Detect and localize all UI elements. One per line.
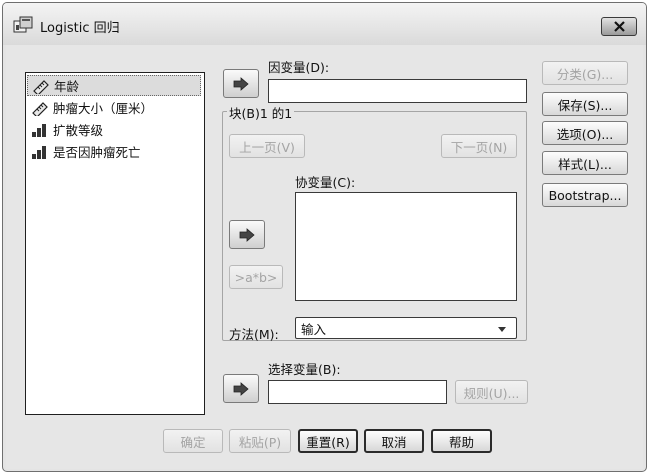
covariates-label: 协变量(C): <box>295 175 356 190</box>
dialog-title: Logistic 回归 <box>40 21 120 36</box>
close-icon <box>613 21 625 32</box>
ordinal-variable-icon <box>32 123 46 137</box>
source-variable-list[interactable]: 年龄 肿瘤大小（厘米） 扩散等级 是否因肿瘤死亡 <box>25 72 205 415</box>
reset-button[interactable]: 重置(R) <box>298 429 358 453</box>
help-button[interactable]: 帮助 <box>431 429 492 453</box>
dialog-body: 年龄 肿瘤大小（厘米） 扩散等级 是否因肿瘤死亡 因变量(D): 块(B)1 的… <box>6 45 643 469</box>
chevron-down-icon <box>498 327 506 332</box>
method-label: 方法(M): <box>229 327 279 342</box>
save-button[interactable]: 保存(S)... <box>542 92 628 116</box>
scale-variable-icon <box>33 79 49 94</box>
ordinal-variable-icon <box>32 145 46 159</box>
selection-variable-field[interactable] <box>268 380 447 404</box>
variable-label: 扩散等级 <box>53 123 104 138</box>
method-value: 输入 <box>301 321 327 337</box>
next-block-button[interactable]: 下一页(N) <box>441 134 517 158</box>
dependent-label: 因变量(D): <box>268 60 330 75</box>
variable-item-spread-grade[interactable]: 扩散等级 <box>27 119 201 140</box>
variable-item-tumor-death[interactable]: 是否因肿瘤死亡 <box>27 141 201 162</box>
method-select[interactable]: 输入 <box>295 317 517 339</box>
block-title: 块(B)1 的1 <box>227 103 295 122</box>
variable-item-tumor-size[interactable]: 肿瘤大小（厘米） <box>27 97 201 118</box>
move-to-selection-button[interactable] <box>223 374 259 403</box>
ok-button[interactable]: 确定 <box>163 429 223 453</box>
options-button[interactable]: 选项(O)... <box>542 121 628 145</box>
rule-button[interactable]: 规则(U)... <box>455 380 528 404</box>
previous-block-button[interactable]: 上一页(V) <box>229 134 305 158</box>
dependent-variable-field[interactable] <box>268 79 527 103</box>
paste-button[interactable]: 粘贴(P) <box>229 429 291 453</box>
dialog-app-icon <box>13 16 33 34</box>
move-to-dependent-button[interactable] <box>223 69 259 98</box>
variable-item-age[interactable]: 年龄 <box>27 75 201 96</box>
scale-variable-icon <box>32 101 48 116</box>
classify-button[interactable]: 分类(G)... <box>542 61 628 85</box>
block-group: 块(B)1 的1 上一页(V) 下一页(N) 协变量(C): >a*b> 方法(… <box>222 103 527 342</box>
covariates-list[interactable] <box>295 192 517 301</box>
right-arrow-icon <box>233 381 249 396</box>
move-to-covariates-button[interactable] <box>229 220 265 249</box>
style-button[interactable]: 样式(L)... <box>542 151 628 175</box>
title-bar: Logistic 回归 <box>3 3 646 45</box>
interaction-term-button[interactable]: >a*b> <box>229 265 283 289</box>
logistic-regression-dialog: Logistic 回归 年龄 肿瘤大小（厘米） 扩散等级 是否因肿瘤死亡 因变量… <box>2 2 647 472</box>
cancel-button[interactable]: 取消 <box>364 429 424 453</box>
variable-label: 是否因肿瘤死亡 <box>53 145 141 160</box>
right-arrow-icon <box>239 227 255 242</box>
right-arrow-icon <box>233 76 249 91</box>
selection-variable-label: 选择变量(B): <box>268 362 341 377</box>
close-button[interactable] <box>601 17 637 36</box>
variable-label: 肿瘤大小（厘米） <box>53 101 154 116</box>
variable-label: 年龄 <box>54 79 80 94</box>
bootstrap-button[interactable]: Bootstrap... <box>542 183 628 207</box>
